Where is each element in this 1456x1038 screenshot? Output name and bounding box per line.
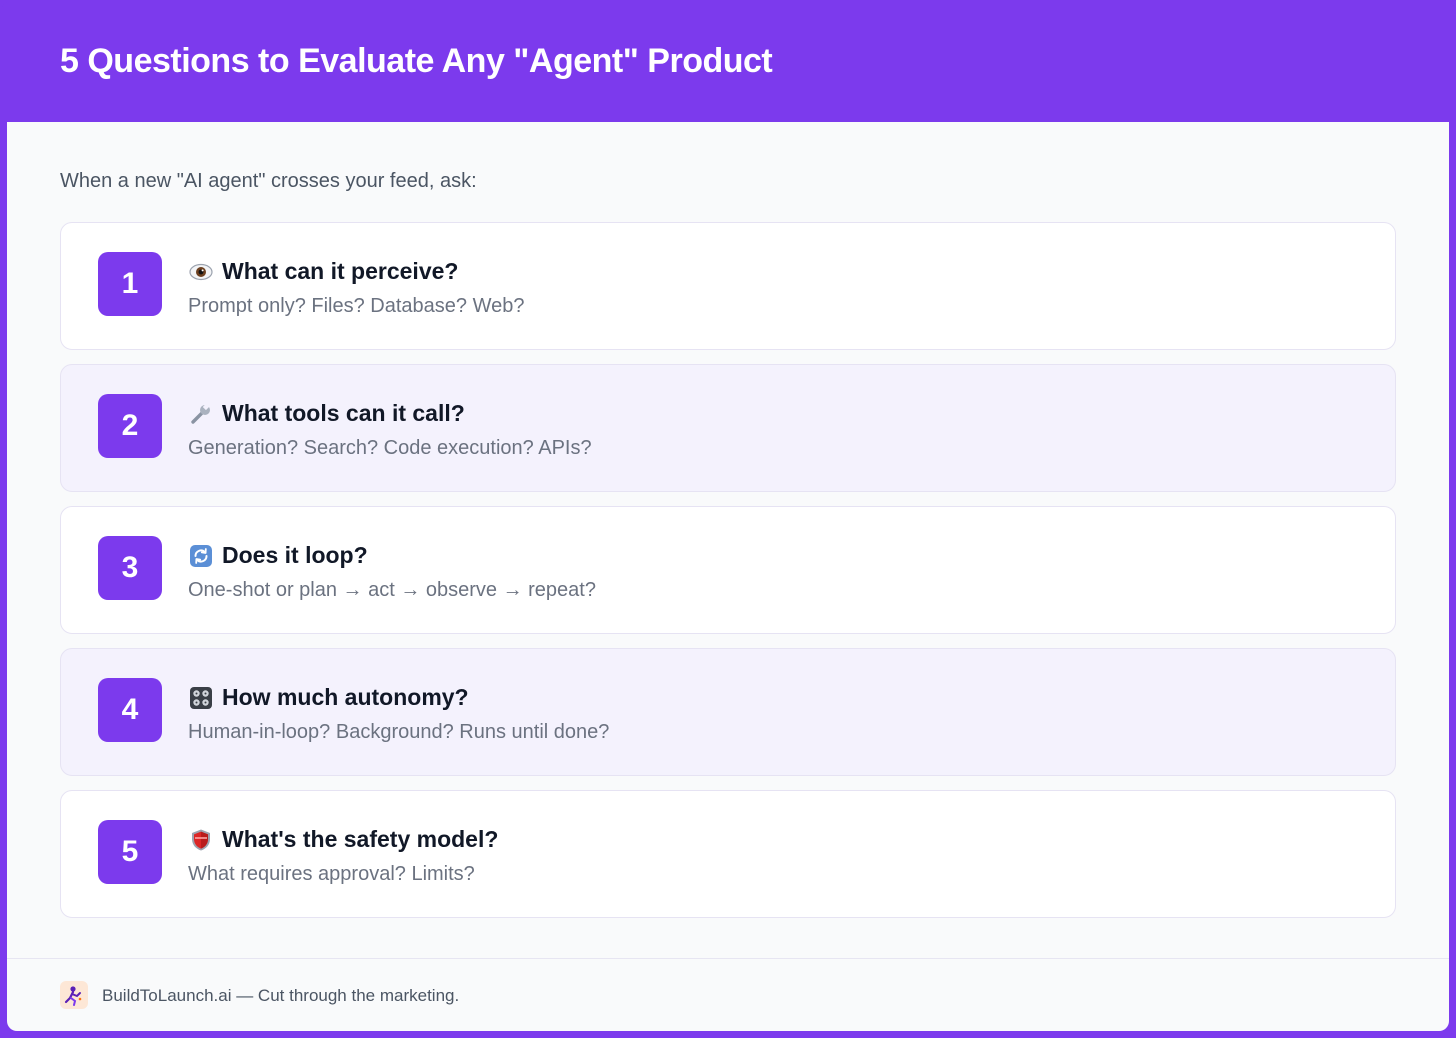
control-knobs-icon <box>188 685 214 711</box>
question-card-1: 1 What can it perceive? Prompt only? Fil… <box>60 222 1396 350</box>
intro-text: When a new "AI agent" crosses your feed,… <box>60 170 477 192</box>
content-panel: When a new "AI agent" crosses your feed,… <box>7 122 1449 1031</box>
question-card-5: 5 What's the safety model? What requires… <box>60 790 1396 918</box>
page-frame: 5 Questions to Evaluate Any "Agent" Prod… <box>0 0 1456 1038</box>
question-number-badge: 5 <box>98 820 162 884</box>
question-card-4: 4 How much autonomy? Human-in-loop? Back… <box>60 648 1396 776</box>
buildtolaunch-logo-icon <box>60 981 88 1009</box>
footer-tagline: BuildToLaunch.ai — Cut through the marke… <box>102 986 460 1005</box>
question-title: What's the safety model? <box>222 826 499 852</box>
question-card-3: 3 Does it loop? One-shot or plan → act →… <box>60 506 1396 634</box>
eye-icon <box>188 259 214 285</box>
question-number-badge: 1 <box>98 252 162 316</box>
page-title: 5 Questions to Evaluate Any "Agent" Prod… <box>60 42 773 80</box>
question-description: What requires approval? Limits? <box>188 863 475 885</box>
question-description: Generation? Search? Code execution? APIs… <box>188 437 592 459</box>
question-title: What tools can it call? <box>222 400 465 426</box>
wrench-icon <box>188 401 214 427</box>
question-description: One-shot or plan → act → observe → repea… <box>188 579 596 601</box>
question-description: Human-in-loop? Background? Runs until do… <box>188 721 610 743</box>
shield-icon <box>188 827 214 853</box>
question-card-2: 2 What tools can it call? Generation? Se… <box>60 364 1396 492</box>
footer-divider <box>7 958 1449 959</box>
question-title: How much autonomy? <box>222 684 469 710</box>
question-number-badge: 2 <box>98 394 162 458</box>
question-title: Does it loop? <box>222 542 368 568</box>
question-title: What can it perceive? <box>222 258 459 284</box>
question-number-badge: 3 <box>98 536 162 600</box>
question-description: Prompt only? Files? Database? Web? <box>188 295 525 317</box>
header-bar: 5 Questions to Evaluate Any "Agent" Prod… <box>0 0 1456 122</box>
loop-arrows-icon <box>188 543 214 569</box>
question-number-badge: 4 <box>98 678 162 742</box>
